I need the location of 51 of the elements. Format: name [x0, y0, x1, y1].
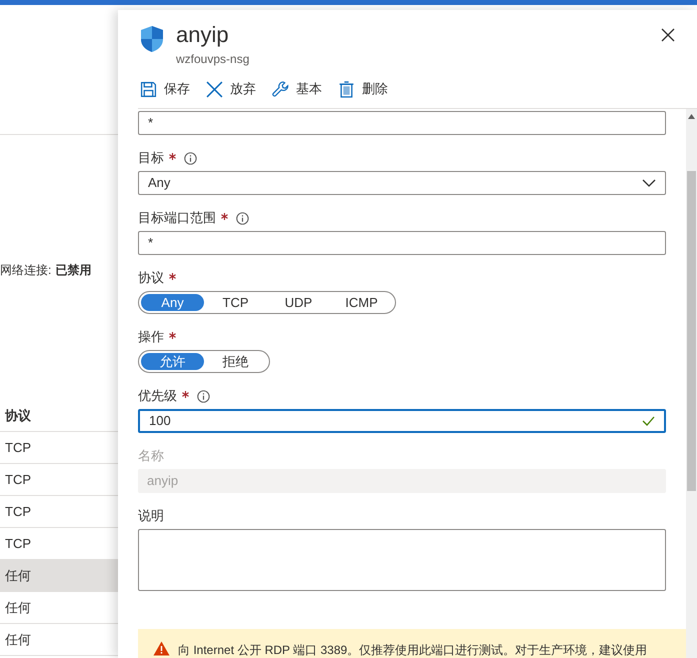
- chevron-down-icon: [642, 179, 656, 187]
- input-field[interactable]: *: [138, 231, 666, 255]
- warning-text: 向 Internet 公开 RDP 端口 3389。仅推荐使用此端口进行测试。对于生产环境，建议使用: [178, 642, 648, 658]
- close-icon: [206, 80, 223, 98]
- segment-option[interactable]: UDP: [267, 294, 330, 311]
- scrollbar-thumb[interactable]: [687, 171, 696, 491]
- save-icon: [140, 80, 157, 98]
- info-icon[interactable]: [197, 390, 210, 402]
- toolbar-button[interactable]: 删除: [338, 79, 388, 99]
- status-value: 已禁用: [55, 262, 92, 279]
- segment-option[interactable]: 允许: [141, 353, 204, 370]
- table-cell-text: TCP: [5, 470, 31, 489]
- toolbar-button[interactable]: 保存: [140, 79, 190, 99]
- table-cell-text: 任何: [5, 630, 31, 649]
- field-label: 名称: [138, 447, 164, 466]
- shield-icon: [140, 25, 164, 53]
- table-cell-text: TCP: [5, 534, 31, 553]
- table-cell-text: TCP: [5, 502, 31, 521]
- table-cell-text: 任何: [5, 566, 31, 585]
- column-header: 协议: [5, 406, 31, 425]
- scroll-up-icon[interactable]: [688, 114, 695, 119]
- warning-icon: [153, 641, 170, 656]
- close-icon[interactable]: [661, 28, 675, 42]
- panel-title: anyip: [176, 22, 230, 48]
- input-field[interactable]: *: [138, 111, 666, 135]
- panel-subtitle: wzfouvps-nsg: [176, 51, 250, 68]
- field-label: 目标: [138, 149, 164, 168]
- info-icon[interactable]: [184, 152, 197, 164]
- segment-option[interactable]: TCP: [204, 294, 267, 311]
- field-label: 协议: [138, 269, 164, 288]
- field-label: 说明: [138, 507, 164, 526]
- toolbar-button[interactable]: 放弃: [206, 79, 256, 99]
- description-field[interactable]: [138, 529, 666, 591]
- scrollbar[interactable]: [686, 109, 697, 658]
- table-cell-text: TCP: [5, 438, 31, 457]
- dropdown-field[interactable]: Any: [138, 171, 666, 195]
- segment-option[interactable]: ICMP: [330, 294, 393, 311]
- field-label: 目标端口范围: [138, 209, 216, 228]
- field-label: 操作: [138, 328, 164, 346]
- segment-option[interactable]: 拒绝: [204, 353, 267, 370]
- wrench-icon: [272, 80, 289, 98]
- toolbar-button[interactable]: 基本: [272, 79, 322, 99]
- trash-icon: [338, 80, 355, 98]
- check-icon: [642, 416, 655, 426]
- field-label: 优先级: [138, 387, 177, 406]
- table-cell-text: 任何: [5, 598, 31, 617]
- input-field[interactable]: 100: [138, 409, 666, 433]
- segment-option[interactable]: Any: [141, 294, 204, 311]
- table-row[interactable]: 任何: [0, 560, 118, 592]
- status-label: 网络连接:: [0, 262, 52, 279]
- info-icon[interactable]: [236, 212, 249, 224]
